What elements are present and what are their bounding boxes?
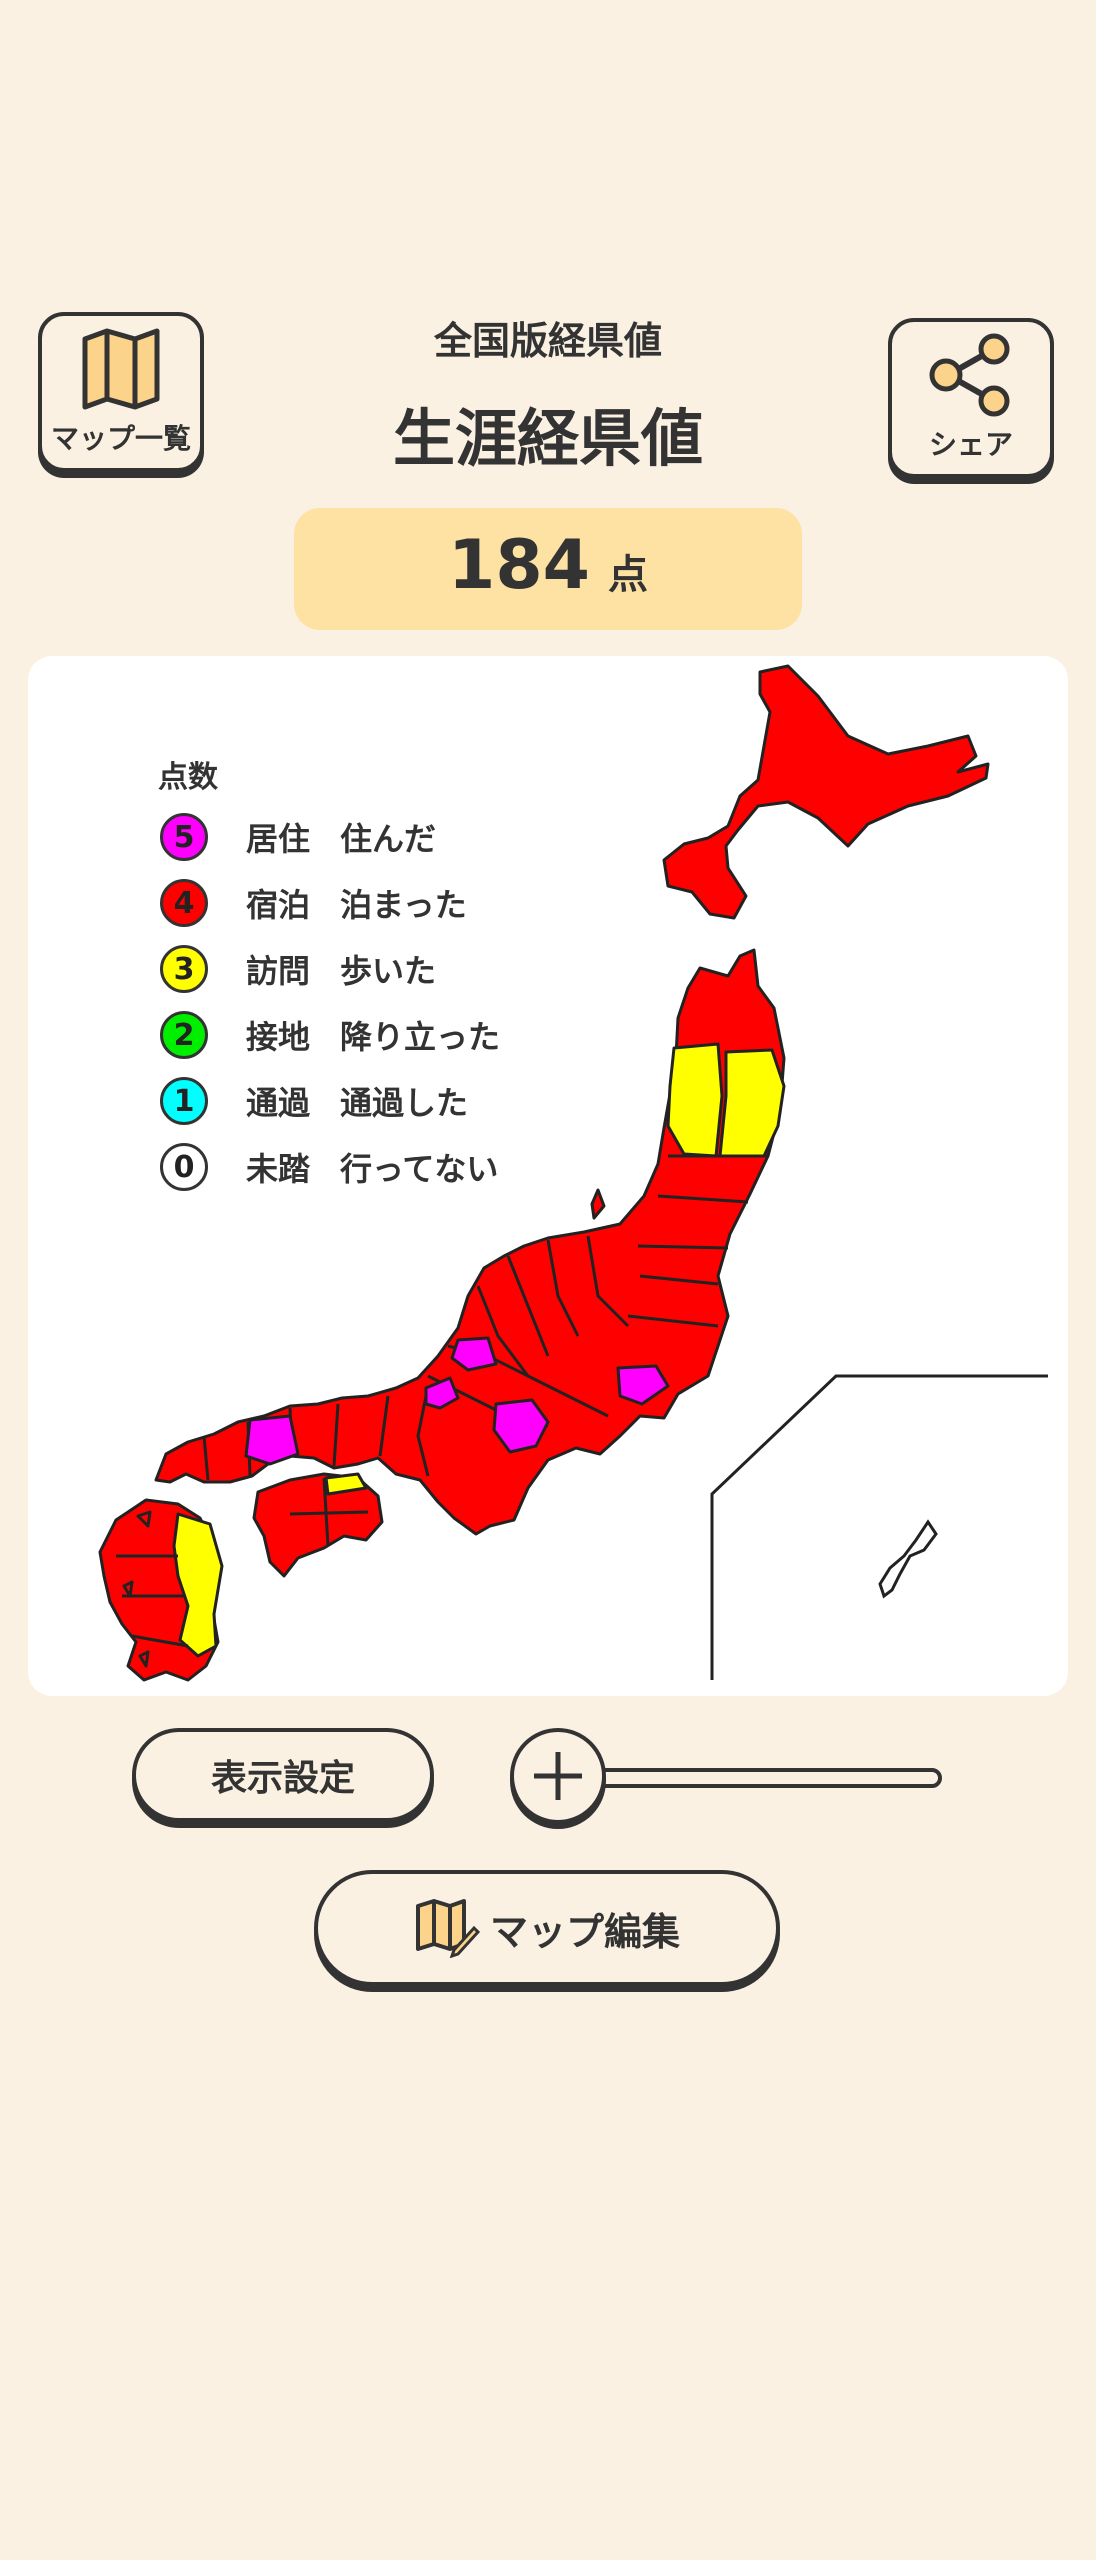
prefecture-okinawa	[878, 1519, 938, 1599]
prefecture-miyazaki	[172, 1512, 224, 1658]
legend-desc: 泊まった	[340, 886, 467, 924]
legend-name: 居住	[246, 820, 311, 858]
zoom-slider-knob[interactable]	[510, 1728, 606, 1824]
plus-icon	[534, 1752, 582, 1800]
prefecture-iwate	[718, 1048, 786, 1158]
legend-title: 点数	[158, 760, 218, 795]
prefecture-akita	[666, 1042, 724, 1158]
legend-dot: 3	[160, 945, 208, 993]
legend-desc: 住んだ	[340, 820, 437, 858]
legend-item: 3 訪問 歩いた	[160, 942, 436, 996]
legend-dot: 5	[160, 813, 208, 861]
map-edit-label: マップ編集	[489, 1909, 680, 1954]
legend-item: 5 居住 住んだ	[160, 810, 436, 864]
legend-name: 訪問	[246, 952, 311, 990]
legend-name: 未踏	[246, 1150, 311, 1188]
legend-dot: 2	[160, 1011, 208, 1059]
legend-name: 通過	[246, 1084, 311, 1122]
legend-name: 宿泊	[246, 886, 311, 924]
page-title: 生涯経県値	[392, 402, 703, 475]
legend-name: 接地	[246, 1018, 311, 1056]
legend-desc: 歩いた	[340, 952, 437, 990]
prefecture-hokkaido	[662, 664, 990, 920]
legend-item: 0 未踏 行ってない	[160, 1140, 498, 1194]
map-edit-icon	[415, 1899, 480, 1958]
zoom-slider-track[interactable]	[580, 1768, 942, 1788]
display-settings-button[interactable]: 表示設定	[132, 1728, 434, 1822]
legend-dot: 1	[160, 1077, 208, 1125]
legend-dot: 0	[160, 1143, 208, 1191]
score-unit: 点	[607, 552, 648, 598]
prefecture-okayama	[244, 1414, 300, 1466]
legend-desc: 降り立った	[340, 1018, 501, 1056]
legend-desc: 通過した	[340, 1084, 469, 1122]
score-badge: 184 点	[294, 508, 802, 630]
legend-item: 1 通過 通過した	[160, 1074, 468, 1128]
display-settings-label: 表示設定	[210, 1758, 355, 1799]
okinawa-inset-frame	[710, 1374, 1048, 1680]
legend-item: 2 接地 降り立った	[160, 1008, 500, 1062]
map-edit-button[interactable]: マップ編集	[314, 1870, 780, 1986]
score-value: 184	[448, 526, 590, 605]
map-subtitle: 全国版経県値	[433, 319, 662, 363]
legend-desc: 行ってない	[340, 1150, 499, 1188]
legend-item: 4 宿泊 泊まった	[160, 876, 467, 930]
legend-dot: 4	[160, 879, 208, 927]
